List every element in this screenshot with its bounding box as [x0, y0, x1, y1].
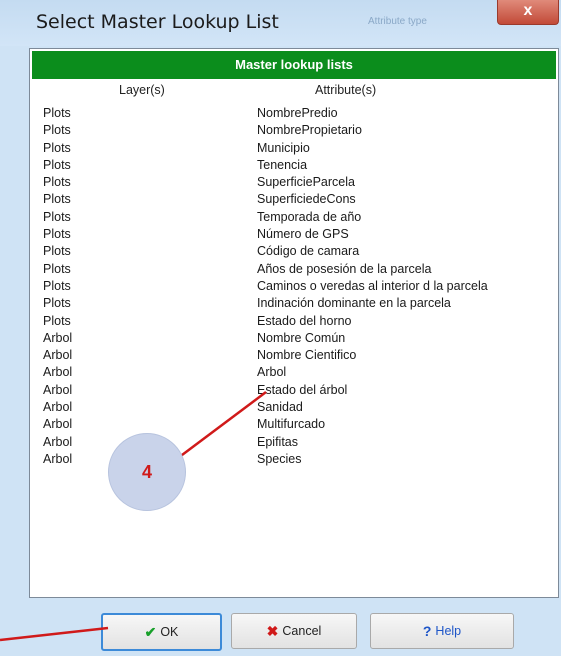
annotation-line-to-list [169, 391, 267, 465]
dialog-window: Select Master Lookup List Attribute type… [0, 0, 561, 656]
annotation-callout: 4 [108, 433, 186, 511]
annotation-lines [0, 391, 267, 642]
annotation-line-to-ok [0, 626, 109, 642]
